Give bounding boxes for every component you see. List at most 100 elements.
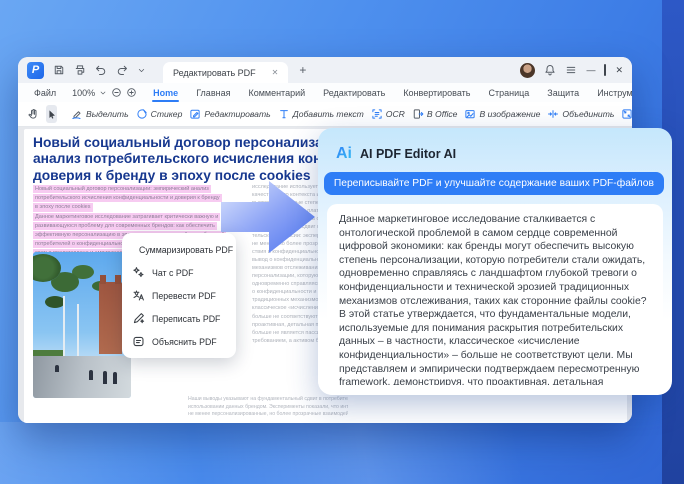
- tab-convert[interactable]: Конвертировать: [397, 88, 476, 98]
- ribbon-tool-label: Добавить текст: [293, 109, 364, 119]
- ocr-icon: [371, 108, 383, 120]
- ai-context-menu: Суммаризировать PDF Чат с PDF Перевести …: [122, 233, 236, 358]
- zoom-in-icon[interactable]: [126, 87, 137, 98]
- tab-tools[interactable]: Инструменты: [591, 88, 632, 98]
- app-logo[interactable]: P: [27, 62, 44, 79]
- menu-item-translate[interactable]: Перевести PDF: [122, 284, 236, 307]
- compress-icon: [621, 108, 632, 120]
- avatar[interactable]: [520, 63, 535, 78]
- minimize-icon: —: [586, 65, 595, 75]
- file-menu[interactable]: Файл: [34, 88, 56, 98]
- ai-panel-title: AI PDF Editor AI: [360, 147, 456, 161]
- menu-item-label: Чат с PDF: [152, 268, 193, 278]
- document-photo: [33, 252, 131, 398]
- zoom-out-icon[interactable]: [111, 87, 122, 98]
- translate-icon: [132, 289, 145, 302]
- menu-item-chat[interactable]: Чат с PDF: [122, 261, 236, 284]
- document-tab-label: Редактировать PDF: [173, 68, 256, 78]
- new-tab-button[interactable]: +: [299, 63, 306, 77]
- caret-down-icon[interactable]: [99, 89, 107, 97]
- close-icon: ✕: [615, 65, 623, 75]
- add-text-icon: [278, 108, 290, 120]
- print-button[interactable]: [74, 64, 86, 76]
- ribbon-tool-label: Редактировать: [204, 109, 270, 119]
- save-button[interactable]: [53, 64, 65, 76]
- document-footer-text: Наши выводы указывают на фундаментальный…: [188, 396, 348, 419]
- tab-close-icon[interactable]: ✕: [272, 68, 279, 77]
- edit-pencil-icon: [189, 108, 201, 120]
- hand-icon: [27, 108, 39, 120]
- to-image-icon: [464, 108, 476, 120]
- desktop-light-sheen: [0, 422, 662, 484]
- ribbon-tool-to-image[interactable]: В изображение: [464, 108, 540, 120]
- hamburger-icon: [565, 64, 577, 76]
- notifications-button[interactable]: [544, 64, 556, 76]
- ribbon-tool-compress[interactable]: Сжать: [621, 108, 632, 120]
- menubar: Файл 100% Home Главная Комментарий Редак…: [18, 83, 632, 102]
- tab-page[interactable]: Страница: [482, 88, 535, 98]
- ribbon-tool-to-office[interactable]: В Office: [412, 108, 458, 120]
- ribbon-tool-highlight[interactable]: Выделить: [71, 108, 129, 120]
- ribbon-tool-label: Стикер: [151, 109, 183, 119]
- ribbon-tool-label: OCR: [386, 109, 405, 119]
- minimize-button[interactable]: —: [586, 65, 595, 75]
- ribbon-tool-ocr[interactable]: OCR: [371, 108, 405, 120]
- cursor-icon: [46, 109, 57, 120]
- photo-brick-arch: [99, 282, 122, 354]
- highlight-line: потребительского исчисления конфиденциал…: [33, 194, 222, 202]
- explain-icon: [132, 335, 145, 348]
- highlighter-icon: [71, 108, 83, 120]
- tab-edit[interactable]: Редактировать: [317, 88, 391, 98]
- undo-button[interactable]: [95, 64, 107, 76]
- undo-icon: [95, 64, 107, 76]
- ribbon-tool-label: В изображение: [479, 109, 540, 119]
- ai-button-row: Переписывайте PDF и улучшайте содержание…: [318, 163, 672, 195]
- ribbon-tool-edit[interactable]: Редактировать: [189, 108, 270, 120]
- window-close-button[interactable]: ✕: [615, 65, 623, 76]
- ribbon-tool-label: В Office: [427, 109, 458, 119]
- ribbon-toolbar: Выделить Стикер Редактировать Добавить т…: [18, 102, 632, 127]
- ai-result-text[interactable]: Данное маркетинговое исследование сталки…: [327, 204, 663, 385]
- main-menu-button[interactable]: [565, 64, 577, 76]
- redo-button[interactable]: [116, 64, 128, 76]
- ai-rewrite-button[interactable]: Переписывайте PDF и улучшайте содержание…: [324, 172, 664, 195]
- ribbon-tool-add-text[interactable]: Добавить текст: [278, 108, 364, 120]
- ai-logo: Ai: [336, 145, 352, 163]
- zoom-level-value[interactable]: 100%: [72, 88, 95, 98]
- maximize-icon: [604, 64, 606, 76]
- to-office-icon: [412, 108, 424, 120]
- tab-comment[interactable]: Комментарий: [242, 88, 311, 98]
- menu-item-explain[interactable]: Объяснить PDF: [122, 330, 236, 353]
- menu-item-rewrite[interactable]: Переписать PDF: [122, 307, 236, 330]
- document-tab[interactable]: Редактировать PDF ✕: [163, 62, 288, 83]
- photo-pedestrian: [103, 371, 107, 384]
- ribbon-tool-label: Выделить: [86, 109, 129, 119]
- ribbon-tool-sticker[interactable]: Стикер: [136, 108, 183, 120]
- menu-item-label: Объяснить PDF: [152, 337, 217, 347]
- select-tool-button[interactable]: [46, 105, 57, 123]
- sparkles-icon: [132, 266, 145, 279]
- photo-pedestrian: [89, 370, 93, 380]
- quick-access-caret[interactable]: [137, 66, 146, 75]
- rewrite-pen-icon: [132, 312, 145, 325]
- photo-lamp-post: [77, 304, 79, 356]
- photo-pedestrian: [113, 372, 117, 384]
- menu-item-summarize[interactable]: Суммаризировать PDF: [122, 238, 236, 261]
- highlight-line: в эпоху после cookies: [33, 203, 93, 211]
- ribbon-tool-label: Объединить: [562, 109, 614, 119]
- photo-lamp-post: [63, 296, 65, 356]
- tab-glavnaya[interactable]: Главная: [190, 88, 236, 98]
- print-icon: [74, 64, 86, 76]
- ai-panel-header: Ai AI PDF Editor AI: [318, 128, 672, 163]
- ribbon-tool-merge[interactable]: Объединить: [547, 108, 614, 120]
- zoom-controls: 100%: [72, 87, 137, 98]
- highlight-line: Новый социальный договор персонализации:…: [33, 185, 211, 193]
- highlight-line: Данное маркетинговое исследование затраг…: [33, 213, 220, 221]
- bell-icon: [544, 64, 556, 76]
- merge-icon: [547, 108, 559, 120]
- tab-protect[interactable]: Защита: [541, 88, 585, 98]
- maximize-button[interactable]: [604, 65, 606, 75]
- tab-home[interactable]: Home: [147, 88, 184, 98]
- ai-panel: Ai AI PDF Editor AI Переписывайте PDF и …: [318, 128, 672, 395]
- hand-tool-button[interactable]: [27, 105, 39, 123]
